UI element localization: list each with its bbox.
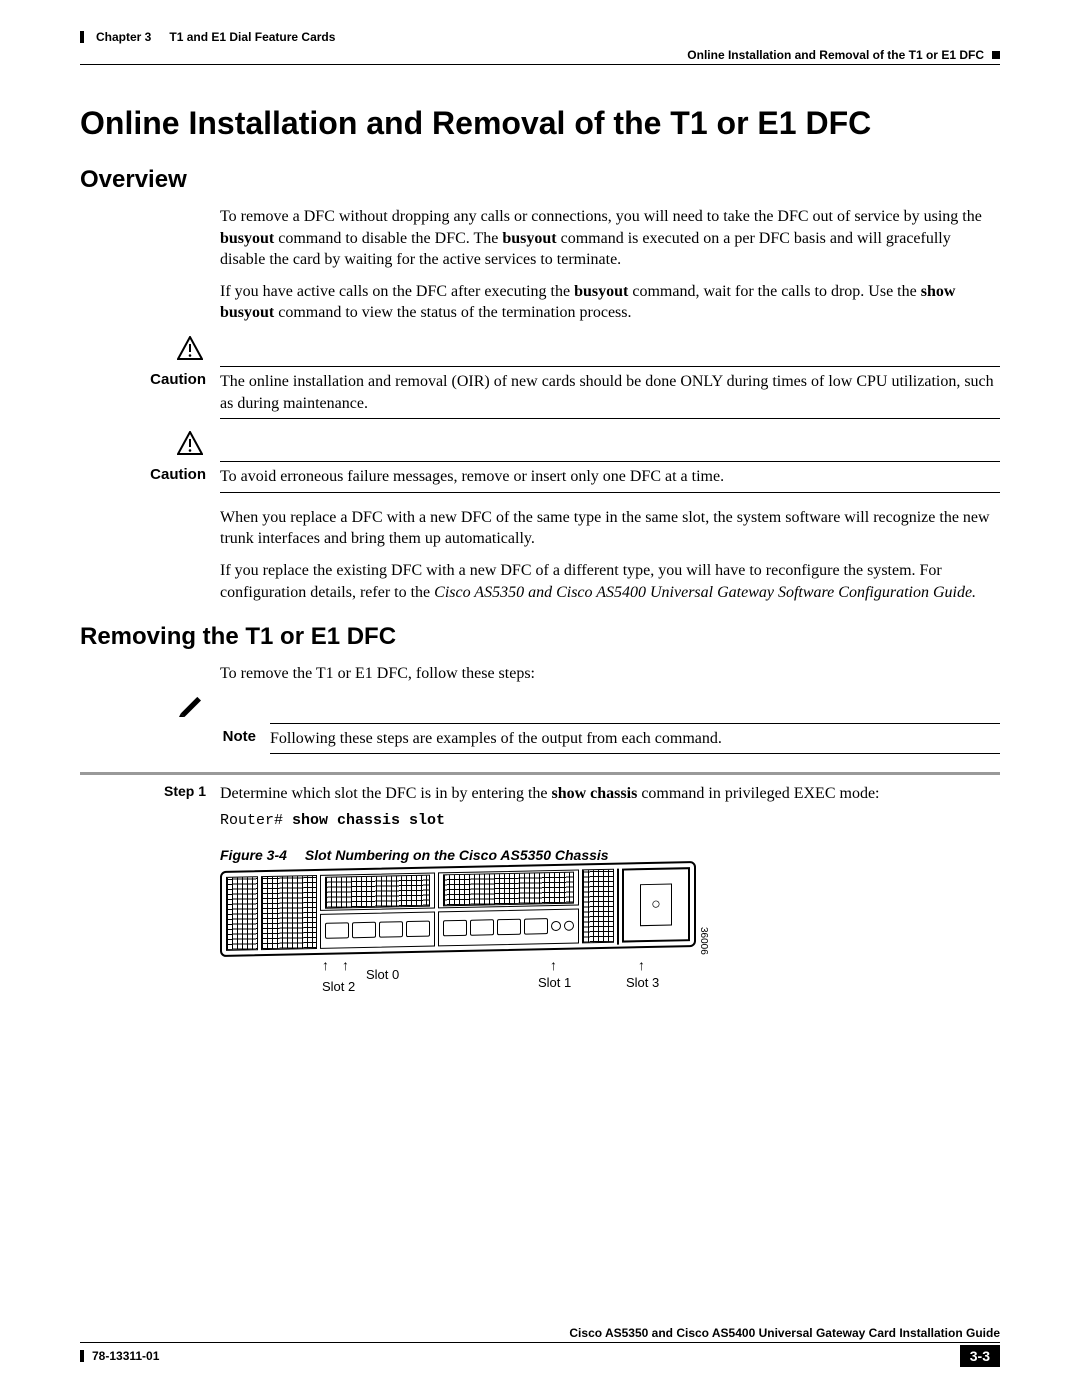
power-supply <box>622 867 690 942</box>
warning-icon <box>80 336 240 364</box>
header-section: Online Installation and Removal of the T… <box>80 48 1000 62</box>
slot-3-bay <box>438 908 579 946</box>
caution-label: Caution <box>80 466 220 488</box>
header-chapter: Chapter 3 T1 and E1 Dial Feature Cards <box>80 30 335 44</box>
warning-icon <box>80 431 240 459</box>
page-footer: Cisco AS5350 and Cisco AS5400 Universal … <box>80 1326 1000 1367</box>
footer-guide-title: Cisco AS5350 and Cisco AS5400 Universal … <box>80 1326 1000 1343</box>
removing-heading: Removing the T1 or E1 DFC <box>80 623 1000 651</box>
footer-pagenum: 3-3 <box>960 1345 1000 1367</box>
slot-2-bay <box>320 911 435 949</box>
step-1: Step 1 Determine which slot the DFC is i… <box>80 783 1000 831</box>
note-block: Note Following these steps are examples … <box>80 695 1000 755</box>
note-icon <box>80 695 240 721</box>
post-caution-body: When you replace a DFC with a new DFC of… <box>220 507 1000 603</box>
caution-2: Caution To avoid erroneous failure messa… <box>80 431 1000 493</box>
removing-intro: To remove the T1 or E1 DFC, follow these… <box>220 663 1000 685</box>
note-text: Following these steps are examples of th… <box>270 728 1000 750</box>
note-label: Note <box>80 728 270 750</box>
figure-caption: Figure 3-4Slot Numbering on the Cisco AS… <box>220 847 1000 863</box>
overview-body: To remove a DFC without dropping any cal… <box>220 206 1000 324</box>
overview-heading: Overview <box>80 166 1000 194</box>
page-title: Online Installation and Removal of the T… <box>80 105 1000 142</box>
slot-1-bay <box>438 870 579 908</box>
chassis-diagram: 36006 <box>220 871 920 957</box>
figure-sidenum: 36006 <box>698 927 709 955</box>
caution-1: Caution The online installation and remo… <box>80 336 1000 419</box>
step-label: Step 1 <box>80 783 220 831</box>
slot-0-bay <box>320 873 435 911</box>
footer-docnum: 78-13311-01 <box>80 1349 159 1363</box>
slot-labels: ↑Slot 0 ↑Slot 2 ↑Slot 1 ↑Slot 3 <box>220 957 920 999</box>
caution-text: The online installation and removal (OIR… <box>220 371 1000 414</box>
caution-label: Caution <box>80 371 220 414</box>
caution-text: To avoid erroneous failure messages, rem… <box>220 466 1000 488</box>
step-text: Determine which slot the DFC is in by en… <box>220 783 1000 831</box>
